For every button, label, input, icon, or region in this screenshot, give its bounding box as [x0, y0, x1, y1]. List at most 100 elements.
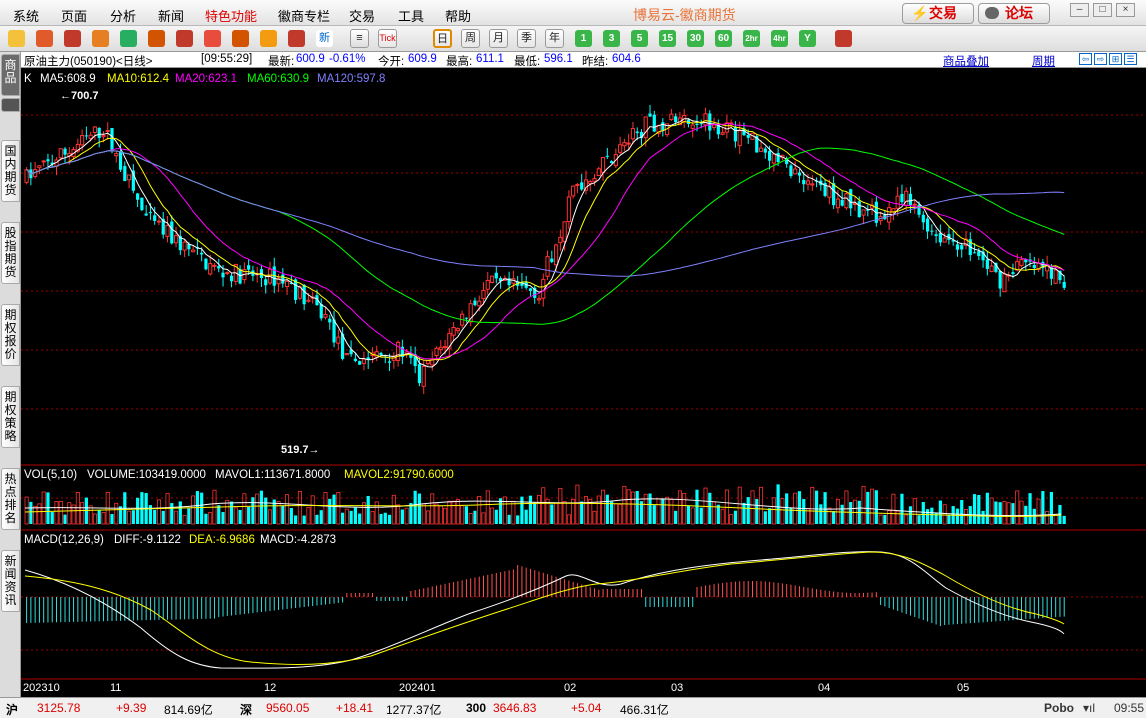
menu-analysis[interactable]: 分析: [110, 6, 136, 25]
back-icon[interactable]: [8, 30, 25, 47]
menu-page[interactable]: 页面: [61, 6, 87, 25]
candle-body: [425, 359, 431, 365]
period-15min-button[interactable]: 15: [659, 30, 676, 47]
volume-bar: [110, 514, 114, 524]
volume-bar: [225, 499, 230, 525]
candle-body: [789, 165, 793, 177]
menu-trade[interactable]: 交易: [349, 6, 375, 25]
kline-chart-svg[interactable]: K MA5:608.9 MA10:612.4 MA20:623.1 MA60:6…: [21, 68, 1146, 697]
period-link[interactable]: 周期: [1032, 53, 1055, 69]
high-price: 611.1: [476, 53, 504, 65]
period-month-button[interactable]: 月: [489, 29, 508, 48]
period-year-button[interactable]: 年: [545, 29, 564, 48]
maximize-button[interactable]: □: [1093, 3, 1112, 17]
volume-bar: [541, 487, 546, 525]
draw-pen-icon[interactable]: [232, 30, 249, 47]
tab-commodity[interactable]: 商品: [1, 54, 20, 96]
candle-body: [758, 147, 764, 152]
candle-body: [238, 269, 242, 284]
forum-button[interactable]: 论坛: [978, 3, 1050, 24]
volume-bar: [391, 494, 396, 525]
refresh-icon[interactable]: [120, 30, 137, 47]
tab-option-quotes[interactable]: 期权报价: [1, 304, 20, 366]
volume-bar: [883, 514, 887, 524]
ma20-label: MA20:623.1: [175, 73, 237, 85]
volume-bar: [353, 507, 357, 524]
candle-body: [281, 274, 285, 284]
volume-bar: [464, 506, 469, 524]
menu-tools[interactable]: 工具: [398, 6, 424, 25]
period-30min-button[interactable]: 30: [687, 30, 704, 47]
candle-body: [835, 198, 840, 209]
period-4hr-button[interactable]: 4hr: [771, 30, 788, 47]
volume-bar: [63, 514, 67, 524]
menu-special[interactable]: 特色功能: [205, 6, 257, 25]
volume-bar: [251, 497, 255, 524]
candle-body: [110, 128, 114, 152]
candle-body: [622, 142, 627, 147]
period-custom-button[interactable]: Y: [799, 30, 816, 47]
menu-huishang-column[interactable]: 徽商专栏: [278, 6, 330, 25]
candle-body: [690, 124, 695, 129]
volume-bar: [524, 509, 528, 524]
grid-icon[interactable]: [835, 30, 852, 47]
menu-news[interactable]: 新闻: [158, 6, 184, 25]
close-button[interactable]: ×: [1116, 3, 1135, 17]
symbol-name[interactable]: 原油主力(050190)<日线>: [24, 53, 152, 69]
news-icon[interactable]: 新: [316, 30, 333, 47]
candle-body: [485, 279, 490, 290]
zoom-in-icon[interactable]: [148, 30, 165, 47]
fullscreen-icon[interactable]: ⊞: [1109, 53, 1122, 65]
tab-index-futures[interactable]: 股指期货: [1, 222, 20, 284]
settings-icon[interactable]: ☰: [1124, 53, 1137, 65]
candle-body: [609, 161, 614, 164]
volume-bar: [323, 492, 328, 525]
period-60min-button[interactable]: 60: [715, 30, 732, 47]
menu-help[interactable]: 帮助: [445, 6, 471, 25]
period-quarter-button[interactable]: 季: [517, 29, 536, 48]
filter-icon[interactable]: [288, 30, 305, 47]
x-tick-04: 04: [818, 682, 830, 694]
volume-bar: [310, 495, 315, 525]
tab-expand-arrow-icon[interactable]: [1, 98, 20, 112]
tab-hot-ranking[interactable]: 热点排名: [1, 468, 20, 530]
menu-system[interactable]: 系统: [13, 6, 39, 25]
tab-domestic-futures[interactable]: 国内期货: [1, 140, 20, 202]
volume-bar: [583, 495, 588, 525]
tick-button[interactable]: Tick: [378, 29, 397, 48]
commodity-overlay-link[interactable]: 商品叠加: [943, 53, 989, 69]
tab-news[interactable]: 新闻资讯: [1, 550, 20, 612]
tab-option-strategy[interactable]: 期权策略: [1, 386, 20, 448]
volume-bar: [955, 508, 960, 524]
candle-body: [575, 183, 580, 186]
period-5min-button[interactable]: 5: [631, 30, 648, 47]
zoom-out-icon[interactable]: [176, 30, 193, 47]
alert-bell-icon[interactable]: [260, 30, 277, 47]
prev-arrow-icon[interactable]: ⇦: [1079, 53, 1092, 65]
quote-icon[interactable]: [64, 30, 81, 47]
period-1min-button[interactable]: 1: [575, 30, 592, 47]
indicator-icon[interactable]: [204, 30, 221, 47]
list-icon[interactable]: ≡: [350, 29, 369, 48]
candle-body: [596, 168, 601, 176]
period-3min-button[interactable]: 3: [603, 30, 620, 47]
period-day-button[interactable]: 日: [433, 29, 452, 48]
chart-icon[interactable]: [92, 30, 109, 47]
volume-bar: [88, 505, 93, 525]
next-arrow-icon[interactable]: ⇨: [1094, 53, 1107, 65]
candle-body: [455, 328, 460, 332]
volume-bar: [776, 484, 780, 524]
trade-button[interactable]: ⚡ 交易: [902, 3, 974, 24]
volume-bar: [1062, 515, 1066, 524]
volume-bar: [823, 492, 827, 524]
period-2hr-button[interactable]: 2hr: [743, 30, 760, 47]
home-icon[interactable]: [36, 30, 53, 47]
kline-chart-area[interactable]: K MA5:608.9 MA10:612.4 MA20:623.1 MA60:6…: [21, 68, 1146, 697]
minimize-button[interactable]: –: [1070, 3, 1089, 17]
volume-bar: [238, 509, 242, 524]
candle-body: [695, 123, 699, 126]
volume-bar: [511, 500, 516, 525]
period-week-button[interactable]: 周: [461, 29, 480, 48]
candle-body: [442, 346, 448, 349]
volume-bar: [618, 504, 623, 525]
